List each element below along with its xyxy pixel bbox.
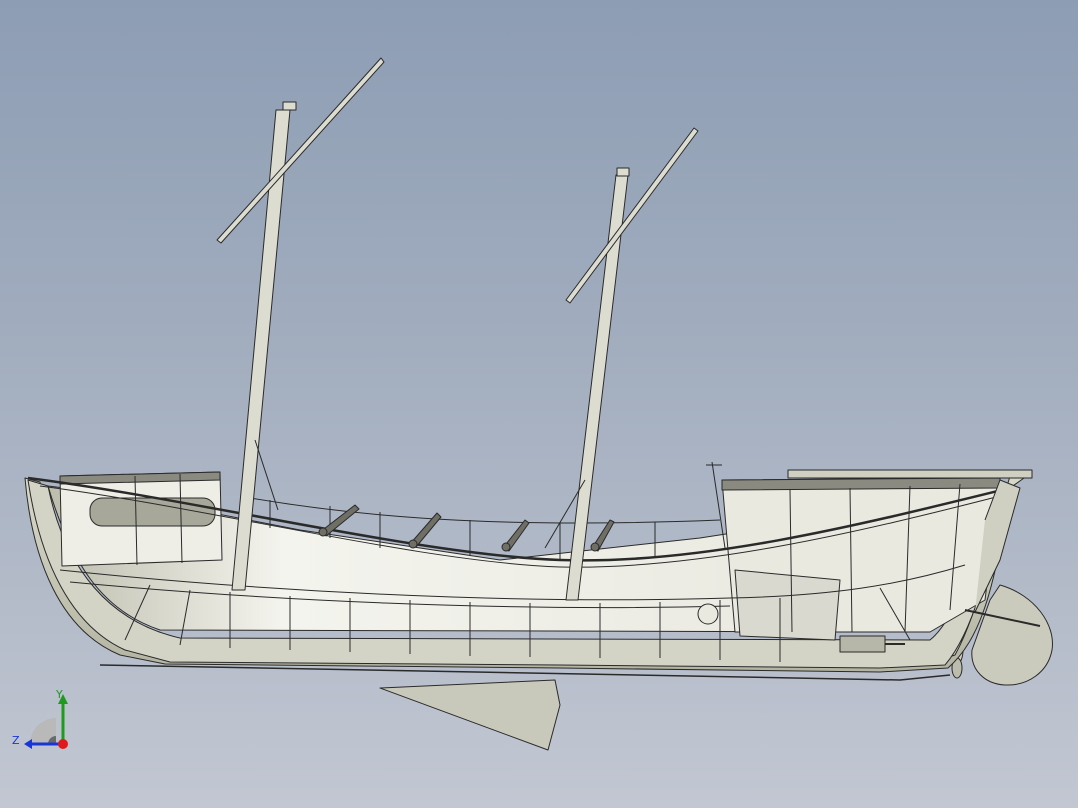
main-mast — [544, 127, 699, 601]
cad-viewport[interactable]: Y Z — [0, 0, 1078, 808]
ship-model — [24, 57, 1053, 751]
triad-z-label: Z — [12, 734, 20, 747]
fore-mast — [216, 57, 385, 591]
triad-y-label: Y — [55, 688, 63, 701]
coordinate-triad-icon: Y Z — [12, 688, 68, 749]
keel-fin — [379, 679, 561, 751]
